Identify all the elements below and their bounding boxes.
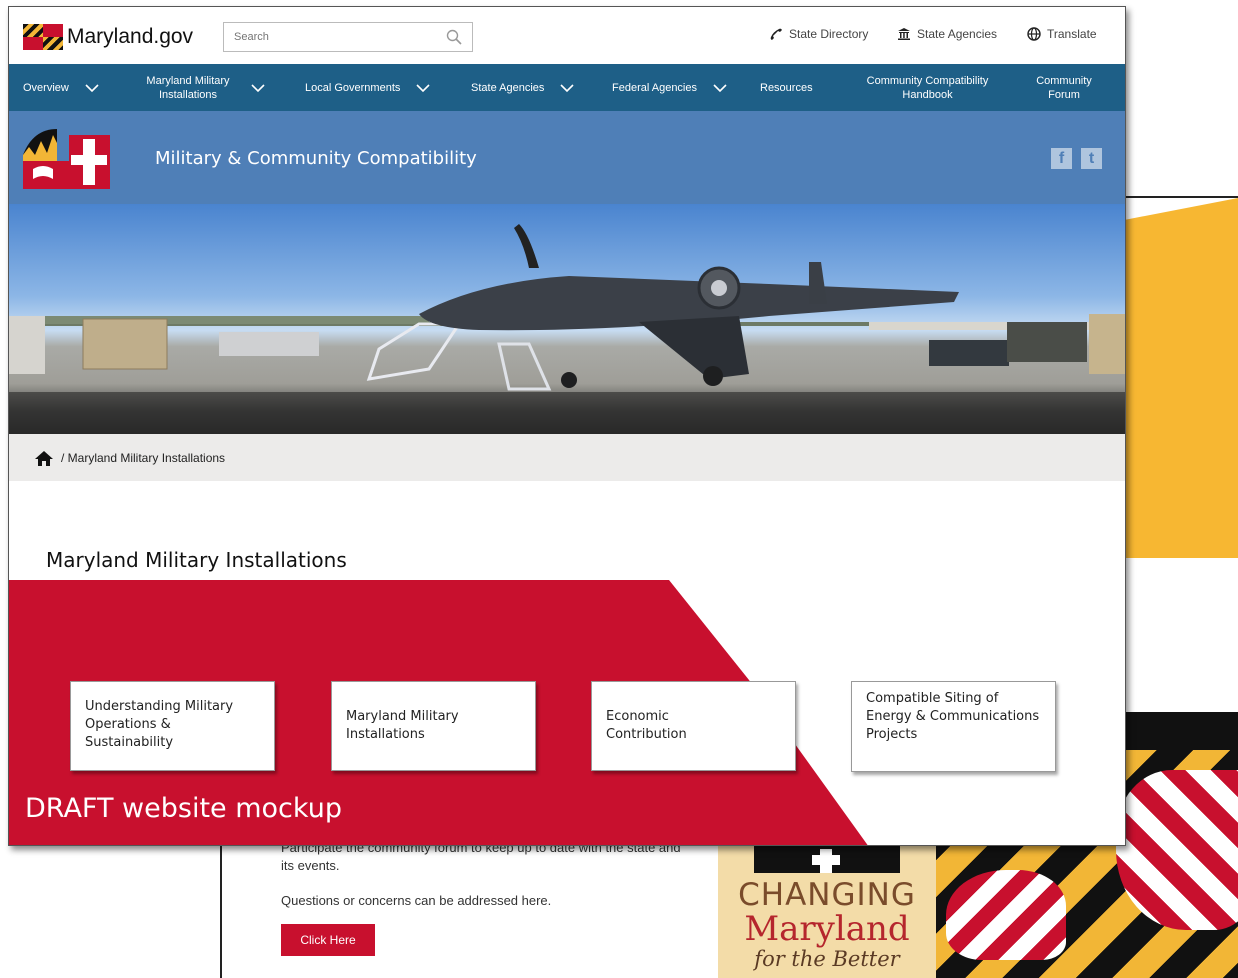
card-label: Compatible Siting of Energy & Communicat… [866,691,1040,742]
logo-text: Maryland.gov [67,25,194,48]
state-agencies-link[interactable]: State Agencies [897,27,997,41]
forum-questions-text: Questions or concerns can be addressed h… [281,893,552,908]
changing-line3: for the Better [754,947,900,971]
chevron-down-icon [251,83,265,92]
nav-maryland-military-installations[interactable]: Maryland Military Installations [141,64,265,111]
nav-overview-label: Overview [23,81,69,94]
main-nav: Overview Maryland Military Installations… [9,64,1125,111]
top-bar: Maryland.gov State Directory State Agenc… [9,7,1125,64]
breadcrumb: / Maryland Military Installations [9,434,1125,481]
state-directory-link[interactable]: State Directory [769,27,868,41]
card-compatible-siting-energy[interactable]: Compatible Siting of Energy & Communicat… [851,681,1056,772]
nav-state-agencies[interactable]: State Agencies [471,64,574,111]
nav-forum-label: Community Forum [1036,74,1092,101]
state-directory-label: State Directory [789,27,869,41]
nav-installations-label: Maryland Military Installations [146,74,230,101]
card-understanding-military-operations[interactable]: Understanding Military Operations & Sust… [70,681,275,771]
changing-line1: CHANGING [738,877,916,913]
site-title: Military & Community Compatibility [155,148,477,169]
breadcrumb-current: / Maryland Military Installations [61,451,226,465]
facebook-icon[interactable]: f [1051,148,1072,169]
changing-line2: Maryland [744,909,910,949]
background-black-bar [1126,712,1238,750]
chevron-down-icon [560,83,574,92]
page-title: Maryland Military Installations [46,548,347,572]
twitter-icon[interactable]: t [1081,148,1102,169]
card-label: Understanding Military Operations & Sust… [85,699,234,750]
search-icon[interactable] [446,29,462,45]
maryland-flag-icon [23,24,63,50]
nav-resources-label: Resources [760,81,813,94]
building-icon [898,28,910,40]
search-input[interactable] [224,23,434,51]
maryland-shield-logo [23,129,110,189]
draft-label: DRAFT website mockup [25,793,342,824]
nav-state-agencies-label: State Agencies [471,81,545,94]
translate-label: Translate [1047,27,1097,41]
chevron-down-icon [85,83,99,92]
hero-aircraft-photo [9,204,1125,434]
nav-community-compatibility-handbook[interactable]: Community Compatibility Handbook [855,64,1000,111]
nav-community-forum[interactable]: Community Forum [1029,64,1099,111]
background-yellow-panel [1126,198,1238,558]
chevron-down-icon [416,83,430,92]
click-here-button[interactable]: Click Here [281,924,375,956]
card-label: Maryland Military Installations [346,709,459,742]
maryland-gov-logo[interactable]: Maryland.gov [23,23,193,51]
card-economic-contribution[interactable]: Economic Contribution [591,681,796,771]
card-label: Economic Contribution [606,709,687,742]
chevron-down-icon [713,83,727,92]
search-box [223,22,473,52]
state-agencies-label: State Agencies [917,27,998,41]
nav-handbook-label: Community Compatibility Handbook [866,74,989,101]
globe-icon [1027,27,1041,41]
nav-federal-agencies-label: Federal Agencies [612,81,697,94]
changing-maryland-logo: CHANGING Maryland for the Better [718,845,936,978]
home-icon[interactable] [35,451,53,466]
nav-overview[interactable]: Overview [23,64,99,111]
nav-resources[interactable]: Resources [760,64,813,111]
phone-icon [770,28,782,40]
translate-link[interactable]: Translate [1027,27,1097,41]
nav-local-governments-label: Local Governments [305,81,401,94]
forum-text-line2: its events. [281,858,340,873]
nav-local-governments[interactable]: Local Governments [305,64,430,111]
nav-federal-agencies[interactable]: Federal Agencies [612,64,727,111]
site-title-band: Military & Community Compatibility f t [9,111,1125,204]
website-mockup: Maryland.gov State Directory State Agenc… [8,6,1126,846]
card-maryland-military-installations[interactable]: Maryland Military Installations [331,681,536,771]
